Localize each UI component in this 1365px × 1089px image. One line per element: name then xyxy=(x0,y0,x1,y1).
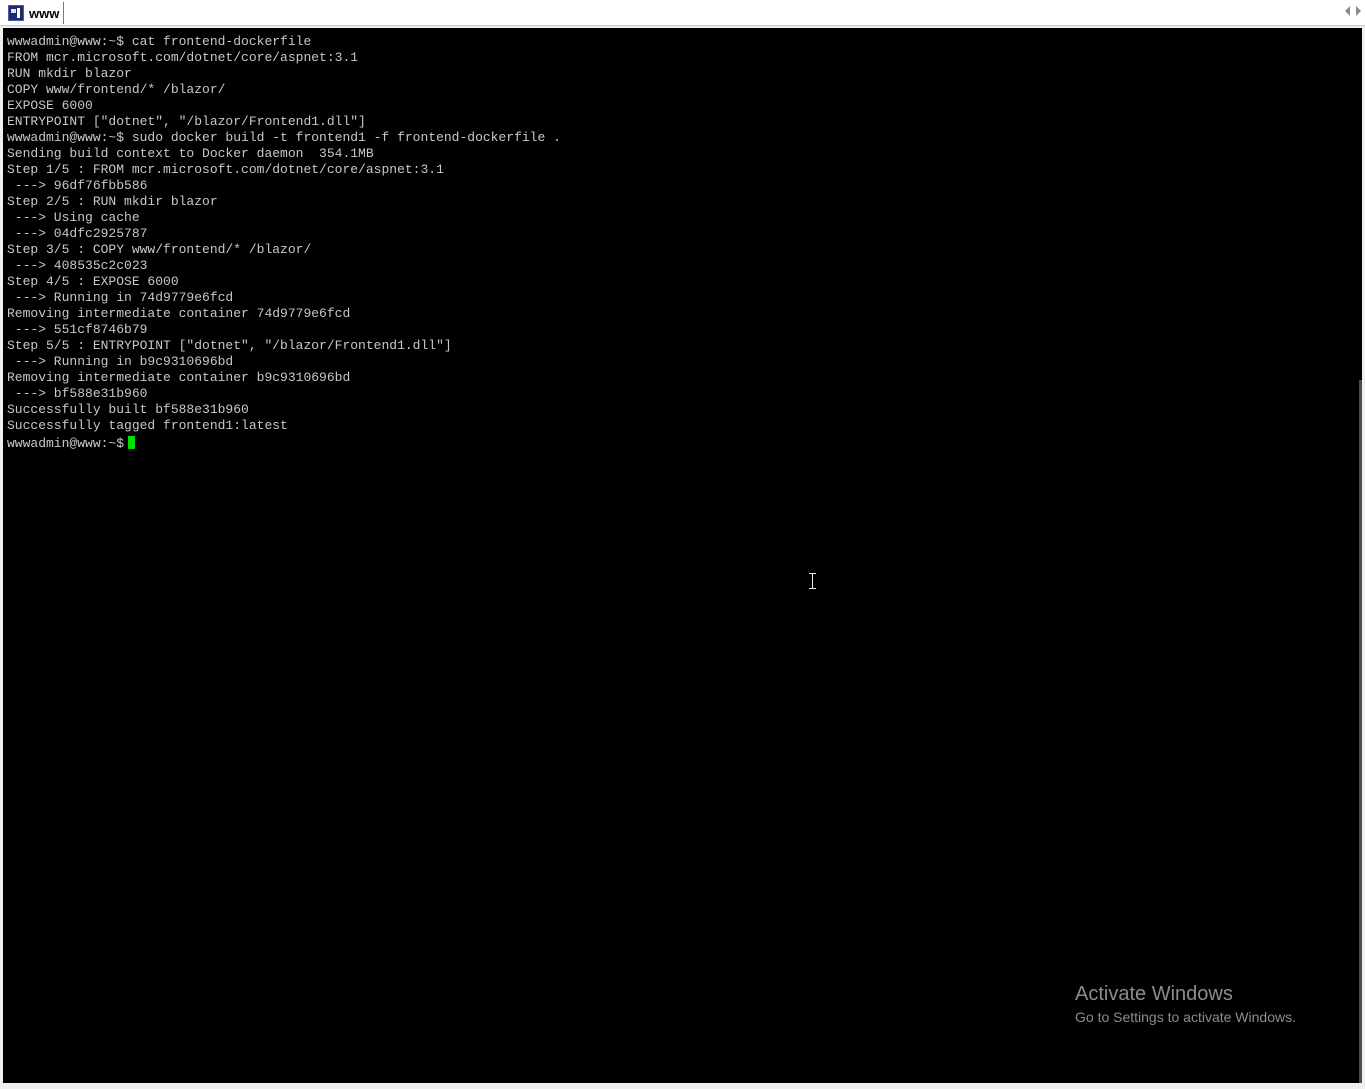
terminal-line: Sending build context to Docker daemon 3… xyxy=(7,146,374,161)
terminal-prompt-line: wwwadmin@www:~$ xyxy=(7,434,1362,451)
tab-label: www xyxy=(29,5,60,21)
terminal-line: RUN mkdir blazor xyxy=(7,66,132,81)
terminal-line: Step 5/5 : ENTRYPOINT ["dotnet", "/blazo… xyxy=(7,338,452,353)
terminal-line: FROM mcr.microsoft.com/dotnet/core/aspne… xyxy=(7,50,359,65)
terminal-line: ---> 96df76fbb586 xyxy=(7,178,148,193)
mouse-ibeam-cursor-icon xyxy=(808,573,818,589)
terminal-line: ---> Running in 74d9779e6fcd xyxy=(7,290,234,305)
tab-bar: www xyxy=(0,0,1365,26)
terminal-line: ---> 04dfc2925787 xyxy=(7,226,148,241)
terminal-screen[interactable]: wwwadmin@www:~$ cat frontend-dockerfile F… xyxy=(3,28,1362,1083)
terminal-line: ---> bf588e31b960 xyxy=(7,386,148,401)
terminal-line: COPY www/frontend/* /blazor/ xyxy=(7,82,226,97)
terminal-scrollbar[interactable] xyxy=(1359,28,1362,1083)
terminal-line: ---> 408535c2c023 xyxy=(7,258,148,273)
terminal-line: Step 2/5 : RUN mkdir blazor xyxy=(7,194,218,209)
terminal-line: wwwadmin@www:~$ sudo docker build -t fro… xyxy=(7,130,561,145)
terminal-line: Removing intermediate container b9c93106… xyxy=(7,370,351,385)
text-cursor xyxy=(128,436,136,449)
terminal-line: ---> Running in b9c9310696bd xyxy=(7,354,234,369)
terminal-line: ENTRYPOINT ["dotnet", "/blazor/Frontend1… xyxy=(7,114,366,129)
putty-window: www wwwadmin@www:~$ cat frontend-dockerf… xyxy=(0,0,1365,1089)
terminal-output: wwwadmin@www:~$ cat frontend-dockerfile F… xyxy=(7,34,1362,434)
scrollbar-thumb[interactable] xyxy=(1359,380,1362,1083)
terminal-line: EXPOSE 6000 xyxy=(7,98,93,113)
watermark-subtitle: Go to Settings to activate Windows. xyxy=(1075,1009,1296,1025)
terminal-line: wwwadmin@www:~$ cat frontend-dockerfile xyxy=(7,34,312,49)
terminal-line: Removing intermediate container 74d9779e… xyxy=(7,306,351,321)
scroll-left-icon[interactable] xyxy=(1345,6,1350,16)
putty-terminal-icon xyxy=(8,5,24,21)
terminal-line: ---> Using cache xyxy=(7,210,140,225)
terminal-line: Step 4/5 : EXPOSE 6000 xyxy=(7,274,179,289)
activate-windows-watermark: Activate Windows Go to Settings to activ… xyxy=(1075,982,1296,1028)
terminal-line: Successfully built bf588e31b960 xyxy=(7,402,249,417)
watermark-title: Activate Windows xyxy=(1075,983,1233,1005)
terminal-line: Successfully tagged frontend1:latest xyxy=(7,418,288,433)
terminal-line: ---> 551cf8746b79 xyxy=(7,322,148,337)
terminal-prompt: wwwadmin@www:~$ xyxy=(7,436,125,451)
tab-navigation xyxy=(1345,6,1361,16)
scroll-right-icon[interactable] xyxy=(1356,6,1361,16)
terminal-line: Step 1/5 : FROM mcr.microsoft.com/dotnet… xyxy=(7,162,444,177)
tab-www[interactable]: www xyxy=(4,2,65,24)
terminal-line: Step 3/5 : COPY www/frontend/* /blazor/ xyxy=(7,242,312,257)
